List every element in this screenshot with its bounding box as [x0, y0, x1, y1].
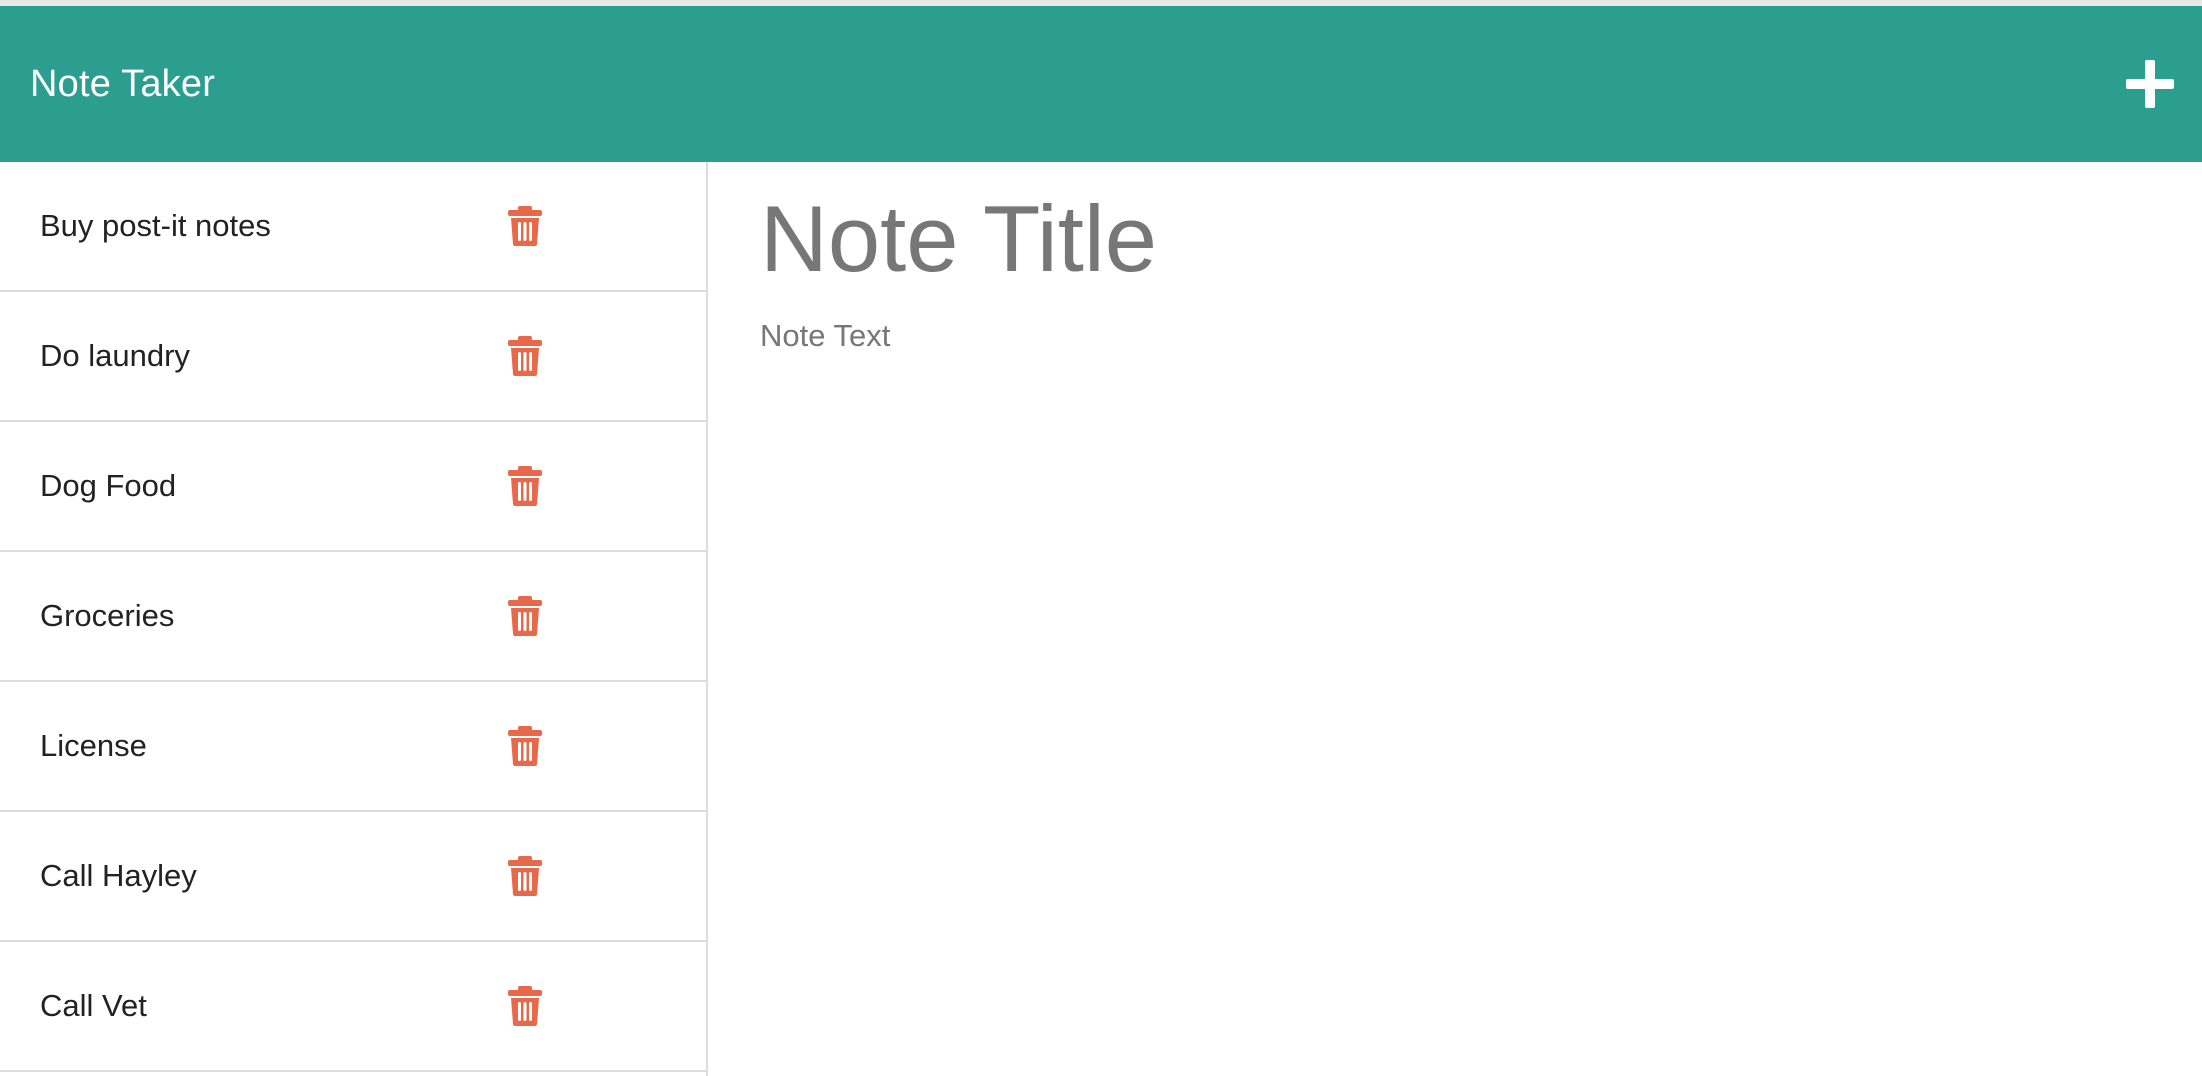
list-item[interactable]: Call Hayley — [0, 812, 706, 942]
list-item[interactable]: Call Vet — [0, 942, 706, 1072]
list-item[interactable]: Buy post-it notes — [0, 162, 706, 292]
note-list-title[interactable]: Dog Food — [40, 468, 176, 504]
note-list-title[interactable]: Do laundry — [40, 338, 190, 374]
trash-icon — [508, 206, 542, 246]
page: Note Taker Buy post-it notes Do laundry … — [0, 0, 2202, 1076]
delete-note-button[interactable] — [508, 336, 542, 376]
delete-note-button[interactable] — [508, 466, 542, 506]
brand-title[interactable]: Note Taker — [30, 63, 215, 106]
trash-icon — [508, 466, 542, 506]
note-list: Buy post-it notes Do laundry Dog Food Gr… — [0, 162, 706, 1072]
list-item[interactable]: Do laundry — [0, 292, 706, 422]
note-list-title[interactable]: License — [40, 728, 147, 764]
trash-icon — [508, 336, 542, 376]
note-list-title[interactable]: Groceries — [40, 598, 174, 634]
note-editor — [708, 162, 2202, 1076]
trash-icon — [508, 986, 542, 1026]
list-item[interactable]: Groceries — [0, 552, 706, 682]
trash-icon — [508, 596, 542, 636]
delete-note-button[interactable] — [508, 986, 542, 1026]
delete-note-button[interactable] — [508, 206, 542, 246]
list-item[interactable]: License — [0, 682, 706, 812]
trash-icon — [508, 726, 542, 766]
delete-note-button[interactable] — [508, 596, 542, 636]
list-item[interactable]: Dog Food — [0, 422, 706, 552]
note-title-input[interactable] — [760, 184, 2160, 294]
delete-note-button[interactable] — [508, 726, 542, 766]
note-list-title[interactable]: Call Hayley — [40, 858, 197, 894]
note-list-title[interactable]: Buy post-it notes — [40, 208, 271, 244]
note-text-input[interactable] — [760, 318, 2160, 1018]
note-list-title[interactable]: Call Vet — [40, 988, 147, 1024]
navbar: Note Taker — [0, 6, 2202, 162]
note-sidebar: Buy post-it notes Do laundry Dog Food Gr… — [0, 162, 708, 1076]
new-note-button[interactable] — [2126, 60, 2174, 108]
delete-note-button[interactable] — [508, 856, 542, 896]
trash-icon — [508, 856, 542, 896]
